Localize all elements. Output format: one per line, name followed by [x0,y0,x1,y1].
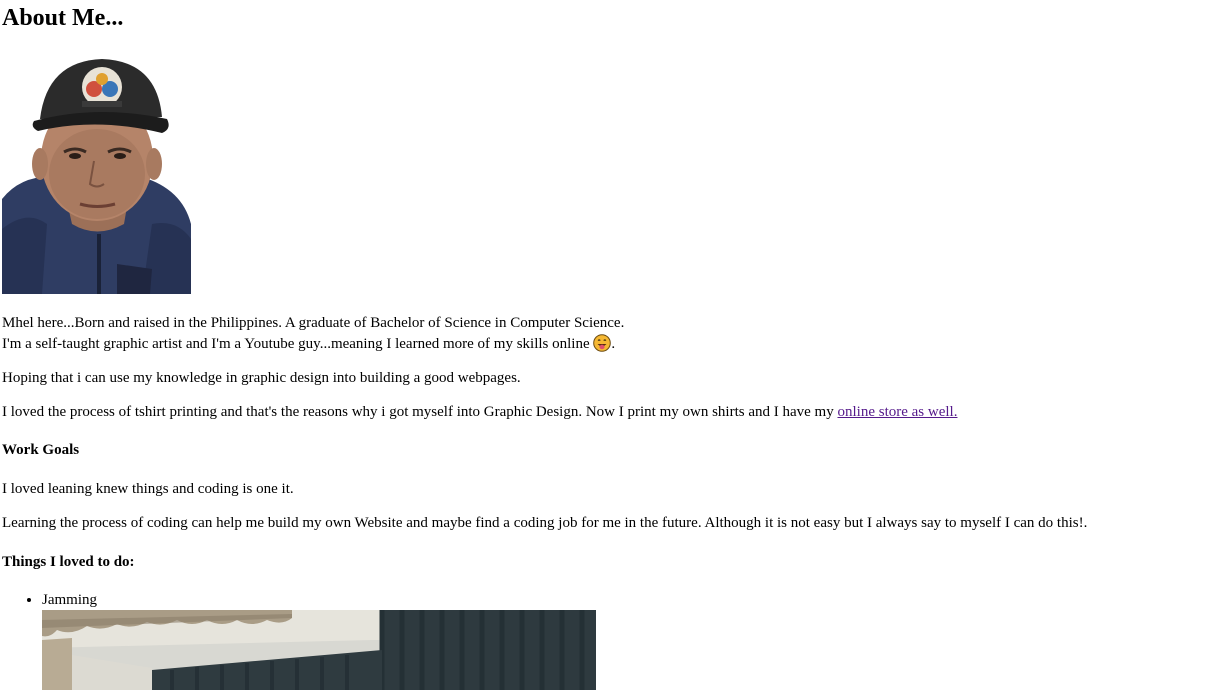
list-item: Jamming [42,590,1202,690]
intro-line-2: I'm a self-taught graphic artist and I'm… [2,336,590,352]
jamming-image [42,610,596,690]
loves-list: Jamming [2,590,1202,690]
coding-paragraph: Learning the process of coding can help … [2,515,1088,531]
learning-paragraph: I loved leaning knew things and coding i… [2,481,294,497]
tshirt-paragraph: I loved the process of tshirt printing a… [2,402,1202,423]
knowledge-paragraph: Hoping that i can use my knowledge in gr… [2,370,521,386]
work-goals-heading: Work Goals [2,442,80,458]
intro-line-1: Mhel here...Born and raised in the Phili… [2,315,625,331]
online-store-link[interactable]: online store as well. [837,404,957,420]
tongue-out-face-icon [593,334,612,352]
tshirt-paragraph-text: I loved the process of tshirt printing a… [2,404,838,420]
things-heading: Things I loved to do: [2,554,135,570]
about-page: About Me... Mhel here...Born and raised … [2,0,1202,690]
portrait-image [2,49,191,294]
page-title: About Me... [2,5,124,31]
intro-paragraph: Mhel here...Born and raised in the Phili… [2,313,1202,355]
intro-line-2-end: . [611,336,616,352]
list-item-label: Jamming [42,592,97,608]
